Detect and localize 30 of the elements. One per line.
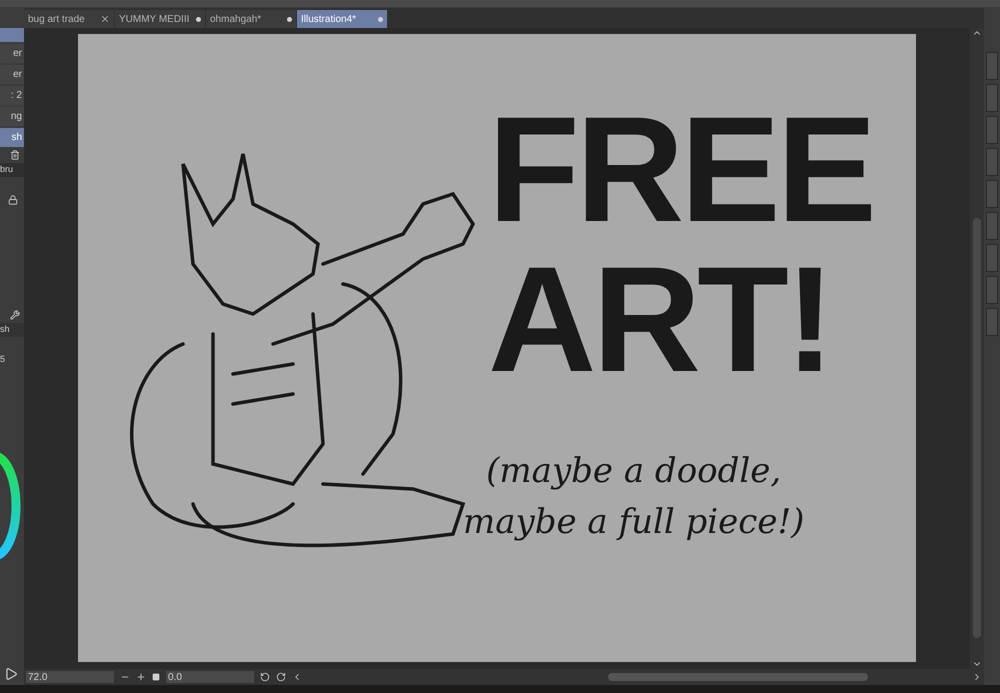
color-wheel-drawing[interactable] <box>0 451 22 561</box>
layer-item[interactable]: : 2 <box>0 86 24 105</box>
drawing-canvas[interactable]: FREE ART! (maybe a doodle, maybe a full piece!) <box>78 34 916 662</box>
layer-item[interactable]: ng <box>0 107 24 126</box>
lock-icon[interactable] <box>8 195 18 205</box>
trash-icon[interactable] <box>10 149 20 161</box>
rotate-left-icon[interactable] <box>260 672 270 682</box>
play-icon[interactable] <box>4 667 18 681</box>
document-tab[interactable]: Illustration4* <box>297 10 387 28</box>
document-tab[interactable]: bug art trade <box>24 10 114 28</box>
panel-tab[interactable]: sh <box>0 323 24 337</box>
rotation-field[interactable]: 0.0 <box>166 671 254 683</box>
layer-item[interactable]: sh <box>0 128 24 147</box>
zoom-in-icon[interactable] <box>136 672 146 682</box>
layer-item[interactable]: er <box>0 44 24 63</box>
wrench-icon[interactable] <box>10 309 20 321</box>
fit-icon[interactable] <box>152 673 160 681</box>
rotate-right-icon[interactable] <box>276 672 286 682</box>
handwritten-title: FREE <box>488 94 874 244</box>
close-icon[interactable] <box>100 14 110 24</box>
size-value: 5 <box>0 353 6 366</box>
zoom-field[interactable]: 72.0 <box>26 671 114 683</box>
handwritten-caption: (maybe a doodle, <box>486 450 782 493</box>
document-tab[interactable]: ohmahgah* <box>206 10 296 28</box>
handwritten-caption: maybe a full piece!) <box>463 501 804 544</box>
handwritten-title: ART! <box>488 244 832 394</box>
horizontal-scrollbar[interactable] <box>608 673 868 681</box>
layer-item[interactable]: er <box>0 65 24 84</box>
document-tab[interactable]: YUMMY MEDIII <box>115 10 205 28</box>
brush-field[interactable]: bru <box>0 163 24 177</box>
